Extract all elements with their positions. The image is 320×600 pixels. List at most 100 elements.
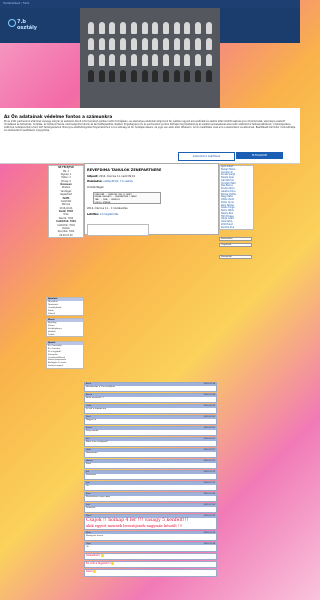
post-views-value: 14 megtekintés <box>99 213 119 216</box>
smiley-icon <box>111 562 115 566</box>
comment-list: Anna 2016.02.04 Hozzászólás a 7.b osztályh… <box>84 382 217 577</box>
highlight-line-2: akik együtt mennek besszüjenek nagymás k… <box>86 523 183 528</box>
comment-date: 2016.01.31 <box>203 470 215 473</box>
comment-text: Hamarosan <box>85 451 216 458</box>
class-photo <box>80 8 220 108</box>
comment-date: 2016.01.29 <box>203 514 215 517</box>
top-strip: Hozzászólások / Fotók <box>0 0 300 8</box>
privacy-settings-button[interactable]: Adatvédelmi beállítások <box>178 152 235 161</box>
post-author-line: Hozzáadva: osztályfőnök, 7.b osztály <box>87 180 133 183</box>
post-views-line: Letöltés: 14 megtekintés <box>87 213 118 216</box>
category-select[interactable]: Kategóriák <box>219 255 252 259</box>
consent-body: Mi és 1421 partnerünk eltároljuk és/vagy… <box>4 120 296 133</box>
comment-text: Hello mindenki! :) <box>85 396 216 403</box>
comment-date: 2016.02.02 <box>203 437 215 440</box>
comment-text: Mindig ott leszek <box>85 534 216 540</box>
comment-date: 2016.01.29 <box>203 531 215 534</box>
comment: Kata 2016.01.30 Mindenkinek szép napot <box>84 491 217 503</box>
comment-date: 2016.02.03 <box>203 415 215 418</box>
accept-button[interactable]: ELFOGADOM <box>236 152 283 159</box>
comment-text: Köszönöm <box>85 473 216 480</box>
pink-comment-1: Sziasztok!! <box>86 553 101 557</box>
logo-text: 7.b osztály <box>17 19 38 31</box>
photo-row <box>88 70 212 82</box>
comment-text: Mindenkinek szép napot <box>85 495 216 502</box>
comment-date: 2016.02.04 <box>203 383 215 385</box>
logo-ring-icon <box>8 19 16 27</box>
post-date-line: Időpont: 2014. március 11. kedd 09:19 <box>87 175 135 178</box>
right-member-list: Apró Albert Balogh Mária Csonka Lili Dud… <box>219 165 254 231</box>
left-box-link[interactable]: Linkek <box>47 334 83 337</box>
comment: Ildi 2016.01.31 Köszönöm <box>84 469 217 481</box>
video-embed[interactable] <box>87 224 149 236</box>
comment: Feri 2016.02.02 Mikor lesz a dolgozat? <box>84 436 217 448</box>
comment-text: Mikor lesz a dolgozat? <box>85 440 216 447</box>
left-box-recommended: Ajánlott Tanulóink Tanáraink Osztályfőnö… <box>46 297 84 317</box>
comment-date: 2016.02.01 <box>203 448 215 451</box>
post-author-value[interactable]: osztályfőnök, 7.b osztály <box>103 180 133 183</box>
comment: Laci 2016.01.30 Sziasztok <box>84 502 217 514</box>
comment: Dani 2016.02.03 Nagyon jó <box>84 414 217 426</box>
main-content: REVEFDIMA TANULÓK ZENEPARTNERE Időpont: … <box>84 163 219 236</box>
comment: Olga 2016.01.28 Ok <box>84 541 217 552</box>
comment-date: 2016.01.28 <box>203 542 215 545</box>
comment: Gabi 2016.02.01 Hamarosan <box>84 447 217 459</box>
comment: Csilla 2016.02.03 Jó volt a tegnapi óra <box>84 403 217 415</box>
friends-select[interactable]: Ismerőseim <box>219 237 252 241</box>
smiley-icon <box>93 570 97 574</box>
comment-text: Ok <box>85 545 216 551</box>
comment: Ez volt a legjobb!!! <box>84 560 217 569</box>
post-date-label: Időpont: <box>87 175 99 178</box>
comment: Köszi <box>84 568 217 577</box>
comment-date: 2016.02.02 <box>203 426 215 429</box>
post-date-value: 2014. március 11. kedd 09:19 <box>99 175 136 178</box>
site-logo[interactable]: 7.b osztály <box>8 18 38 31</box>
pink-comment-3: Köszi <box>86 570 93 574</box>
comment-date: 2016.02.04 <box>203 393 215 396</box>
comment-text: Jó volt a tegnapi óra <box>85 407 216 414</box>
comment: Bence 2016.02.04 Hello mindenki! :) <box>84 392 217 404</box>
comment-text: Hozzászólás a 7.b osztályhoz <box>85 385 216 392</box>
comment-text: Nagyon jó <box>85 418 216 425</box>
comment-date: 2016.01.31 <box>203 481 215 484</box>
comment: Eszter 2016.02.02 Szép munka <box>84 425 217 437</box>
comment-text: Köszi <box>85 462 216 469</box>
comment-date: 2016.02.01 <box>203 459 215 462</box>
left-box-featured: Ajánló Év 3 tanulója Év 3 tanára Ki a le… <box>46 341 84 370</box>
post-tags-label: Címkék/Tagek: <box>87 186 105 189</box>
photo-row <box>88 54 212 66</box>
smiley-icon <box>100 553 104 557</box>
comment-date: 2016.02.03 <box>203 404 215 407</box>
comment: Jani 2016.01.31 Ok <box>84 480 217 492</box>
photo-row <box>88 22 212 34</box>
left-info-panel: NE FELEJTSD Ma: 1 Tegnap: 1 Héten: 4 Hón… <box>48 165 84 238</box>
post-views-label: Letöltés: <box>87 213 99 216</box>
post-comment-count[interactable]: 2014. március 11. - 1 hozzászólás <box>87 207 128 210</box>
comment: Sziasztok!! <box>84 552 217 561</box>
photo-row <box>88 38 212 50</box>
comment-text: Sziasztok <box>85 506 216 513</box>
consent-title: Az Ön adatainak védelme fontos a számunk… <box>4 114 113 119</box>
code-line: SZÉLES KÖRBEN <box>94 201 111 204</box>
left-box-link[interactable]: Születésnapok <box>47 365 83 368</box>
groups-select[interactable]: Csoportok <box>219 243 252 247</box>
comment-author[interactable]: Olga <box>86 543 91 546</box>
pink-comment-2: Ez volt a legjobb!!! <box>86 562 111 566</box>
top-strip-text: Hozzászólások / Fotók <box>3 2 30 5</box>
post-author-label: Hozzáadva: <box>87 180 103 183</box>
post-title: REVEFDIMA TANULÓK ZENEPARTNERE <box>87 168 162 172</box>
left-info-item: 06:00-07:00 <box>59 233 73 237</box>
comment: Nóra 2016.01.29 Mindig ott leszek <box>84 530 217 541</box>
comment-highlight: Marci 2016.01.29 Csajok !! holnap 4 ler !… <box>84 513 217 530</box>
comment: Hanna 2016.02.01 Köszi <box>84 458 217 470</box>
post-code-box: ZENESZÁM - ISMERJÉK MEG A ZENÉT MEGHALLG… <box>93 192 161 204</box>
left-box-link[interactable]: Videók <box>47 313 83 316</box>
comment-author[interactable]: Nóra <box>86 532 91 535</box>
comment-text: Ok <box>85 484 216 491</box>
comment-text: Szép munka <box>85 429 216 436</box>
comment: Anna 2016.02.04 Hozzászólás a 7.b osztályh… <box>84 382 217 393</box>
member-link[interactable]: Zsoldos Éva <box>220 226 253 230</box>
left-box-menu: Menü Nyitólap Fórum Vendégkönyv Játékok … <box>46 318 84 338</box>
comment-date: 2016.01.30 <box>203 492 215 495</box>
comment-date: 2016.01.30 <box>203 503 215 506</box>
